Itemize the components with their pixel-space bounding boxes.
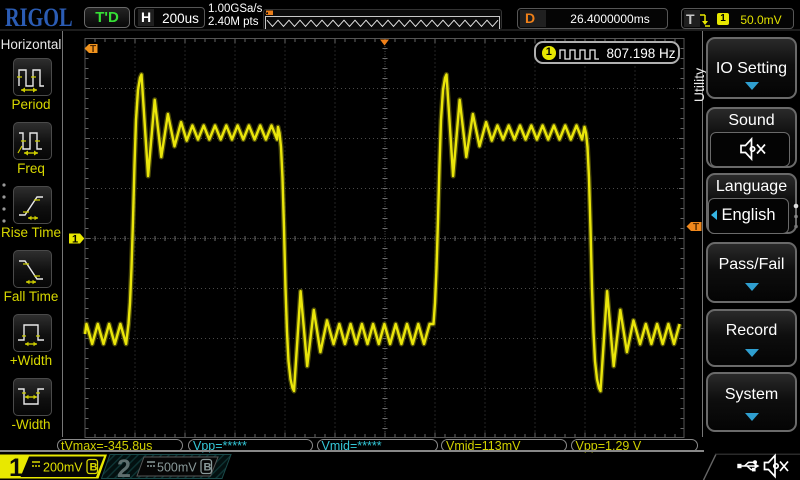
- svg-text:2: 2: [117, 455, 131, 480]
- svg-text:1: 1: [9, 454, 23, 480]
- svg-text:200mV: 200mV: [43, 461, 83, 475]
- svg-text:T: T: [90, 44, 96, 55]
- svg-text:T: T: [693, 222, 699, 233]
- svg-text:1: 1: [72, 234, 78, 246]
- svg-text:B: B: [90, 462, 98, 474]
- svg-text:B: B: [204, 462, 212, 474]
- svg-text:500mV: 500mV: [157, 461, 197, 475]
